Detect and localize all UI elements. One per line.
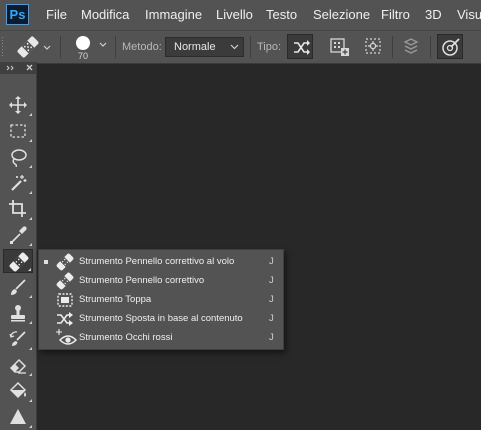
tool-paint-bucket[interactable] (3, 379, 33, 403)
proximity-match-icon (365, 38, 381, 54)
flyout-item-shortcut: J (269, 313, 274, 324)
flyout-item-shortcut: J (269, 294, 274, 305)
brush-icon (11, 279, 26, 295)
type-content-aware-button[interactable] (287, 34, 313, 59)
content-aware-move-icon (57, 312, 73, 326)
flyout-item-label: Strumento Pennello correttivo (79, 275, 205, 286)
content-aware-icon (294, 40, 310, 55)
brush-size-picker[interactable]: 70 (70, 33, 110, 61)
tools-panel-header (0, 62, 36, 74)
red-eye-icon (56, 329, 78, 345)
tool-magic-wand[interactable] (3, 171, 33, 195)
flyout-item-content-aware-move[interactable]: Strumento Sposta in base al contenuto J (39, 309, 283, 328)
tool-eyedropper[interactable] (3, 223, 33, 247)
tool-shape[interactable] (3, 405, 33, 429)
tools-panel (0, 62, 37, 430)
flyout-item-patch[interactable]: Strumento Toppa J (39, 290, 283, 309)
diffraction-button[interactable] (437, 34, 463, 59)
options-bar: 70 Metodo: Normale Tipo: (0, 30, 481, 64)
tool-crop[interactable] (3, 197, 33, 221)
method-label: Metodo: (122, 41, 162, 53)
tool-history-brush[interactable] (3, 327, 33, 351)
tool-marquee[interactable] (3, 119, 33, 143)
menu-selezione[interactable]: Selezione (313, 7, 370, 22)
move-icon (9, 96, 27, 114)
menu-bar: Ps File Modifica Immagine Livello Testo … (0, 0, 481, 30)
magic-wand-icon (11, 175, 27, 191)
method-value: Normale (174, 41, 216, 53)
type-proximity-button[interactable] (360, 34, 386, 59)
flyout-item-label: Strumento Toppa (79, 294, 152, 305)
canvas-area[interactable] (37, 62, 481, 430)
method-select[interactable]: Normale (165, 37, 244, 57)
type-label: Tipo: (257, 41, 282, 53)
chevron-down-icon (43, 45, 51, 50)
eraser-icon (9, 358, 27, 374)
menu-visualizza[interactable]: Visua (457, 7, 481, 22)
tool-healing-brush[interactable] (3, 249, 33, 273)
healing-brush-icon (9, 252, 29, 272)
paint-bucket-icon (9, 381, 27, 399)
menu-filtro[interactable]: Filtro (381, 7, 410, 22)
lasso-icon (11, 149, 27, 167)
crop-icon (9, 200, 26, 217)
pressure-pen-icon (442, 38, 460, 56)
flyout-item-shortcut: J (269, 332, 274, 343)
layers-stack-icon (403, 38, 419, 54)
tool-clone-stamp[interactable] (3, 301, 33, 325)
close-icon[interactable] (26, 64, 33, 71)
menu-modifica[interactable]: Modifica (81, 7, 129, 22)
brush-size-value: 70 (78, 51, 89, 61)
menu-immagine[interactable]: Immagine (145, 7, 202, 22)
tool-preset-picker[interactable] (14, 34, 52, 60)
healing-brush-icon (17, 36, 51, 58)
flyout-item-label: Strumento Sposta in base al contenuto (79, 313, 243, 324)
tool-move[interactable] (3, 93, 33, 117)
marquee-icon (10, 124, 26, 138)
healing-brush-icon (56, 272, 74, 290)
triangle-icon (10, 409, 26, 424)
flyout-item-label: Strumento Pennello correttivo al volo (79, 256, 235, 267)
flyout-item-shortcut: J (269, 256, 274, 267)
options-grip (0, 33, 6, 61)
menu-file[interactable]: File (46, 7, 67, 22)
menu-livello[interactable]: Livello (216, 7, 253, 22)
healing-tools-flyout: Strumento Pennello correttivo al volo J … (38, 249, 284, 350)
collapse-icon[interactable] (6, 65, 15, 71)
spot-healing-icon (56, 253, 74, 271)
menu-3d[interactable]: 3D (425, 7, 442, 22)
flyout-item-shortcut: J (269, 275, 274, 286)
tool-lasso[interactable] (3, 145, 33, 169)
history-brush-icon (9, 331, 26, 346)
tool-brush[interactable] (3, 275, 33, 299)
photoshop-logo: Ps (6, 4, 29, 25)
type-texture-button[interactable] (326, 34, 352, 59)
selected-bullet (44, 260, 48, 264)
flyout-item-spot-healing[interactable]: Strumento Pennello correttivo al volo J (39, 252, 283, 271)
tool-eraser[interactable] (3, 353, 33, 377)
menu-testo[interactable]: Testo (266, 7, 297, 22)
chevron-down-icon (99, 42, 107, 47)
sample-all-layers-button[interactable] (398, 34, 424, 59)
clone-stamp-icon (11, 305, 25, 322)
patch-icon (57, 293, 73, 307)
create-texture-icon (330, 38, 349, 56)
flyout-item-label: Strumento Occhi rossi (79, 332, 173, 343)
eyedropper-icon (10, 226, 27, 244)
chevron-down-icon (230, 44, 239, 50)
brush-tip-icon (76, 36, 90, 50)
flyout-item-healing-brush[interactable]: Strumento Pennello correttivo J (39, 271, 283, 290)
flyout-item-red-eye[interactable]: Strumento Occhi rossi J (39, 328, 283, 347)
